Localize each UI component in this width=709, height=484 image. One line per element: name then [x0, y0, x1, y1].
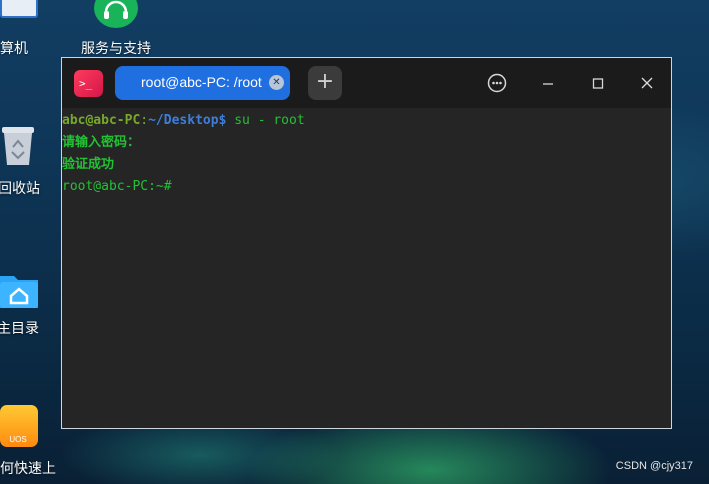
desktop-icon-uos-guide[interactable]: UOS	[0, 405, 38, 447]
maximize-button[interactable]	[583, 68, 613, 98]
uos-badge: UOS	[9, 435, 27, 444]
desktop-icon-home[interactable]	[0, 270, 38, 308]
prompt-user-host: abc@abc-PC	[62, 113, 141, 128]
bulb-icon: UOS	[0, 405, 38, 447]
close-button[interactable]	[632, 68, 662, 98]
terminal-output[interactable]: abc@abc-PC:~/Desktop$ su - root 请输入密码： 验…	[62, 110, 671, 198]
minimize-icon	[543, 83, 553, 85]
home-folder-icon	[0, 276, 38, 308]
desktop-icon-uos-guide-label: 如何快速上	[0, 461, 56, 477]
more-options-icon	[487, 73, 507, 93]
prompt-colon: :	[140, 113, 149, 128]
desktop-icon-support-label: 服务与支持	[81, 41, 151, 57]
terminal-line-command: abc@abc-PC:~/Desktop$ su - root	[62, 110, 671, 132]
watermark: CSDN @cjy317	[615, 460, 693, 472]
menu-button[interactable]	[482, 68, 512, 98]
maximize-icon	[592, 78, 604, 89]
desktop-icon-trash-label: 回收站	[0, 181, 40, 197]
terminal-line-root-prompt: root@abc-PC:~#	[62, 179, 172, 194]
computer-icon	[0, 0, 38, 18]
desktop-icon-computer[interactable]	[0, 0, 40, 20]
title-bar[interactable]: >_ root@abc-PC: /root ✕ +	[62, 58, 671, 108]
tab-root[interactable]: root@abc-PC: /root ✕	[115, 66, 290, 100]
desktop-icon-trash[interactable]	[0, 125, 36, 167]
terminal-line-password-prompt: 请输入密码：	[62, 135, 141, 150]
headset-icon	[94, 0, 138, 28]
new-tab-button[interactable]: +	[308, 66, 342, 100]
trash-icon	[2, 127, 34, 165]
prompt-path: ~/Desktop$	[148, 113, 227, 128]
desktop-icon-computer-label: 计算机	[0, 41, 28, 57]
desktop-icon-support[interactable]	[94, 0, 138, 28]
tab-close-icon[interactable]: ✕	[269, 75, 284, 90]
terminal-app-icon: >_	[74, 70, 103, 97]
terminal-window[interactable]: >_ root@abc-PC: /root ✕ + abc@abc-PC:~/D…	[61, 57, 672, 429]
tab-title: root@abc-PC: /root	[141, 74, 262, 90]
plus-icon: +	[315, 69, 335, 94]
desktop-icon-home-label: 主目录	[0, 321, 39, 337]
command-text: su - root	[226, 113, 305, 128]
close-icon	[641, 77, 653, 89]
minimize-button[interactable]	[533, 68, 563, 98]
terminal-line-auth-success: 验证成功	[62, 157, 115, 172]
